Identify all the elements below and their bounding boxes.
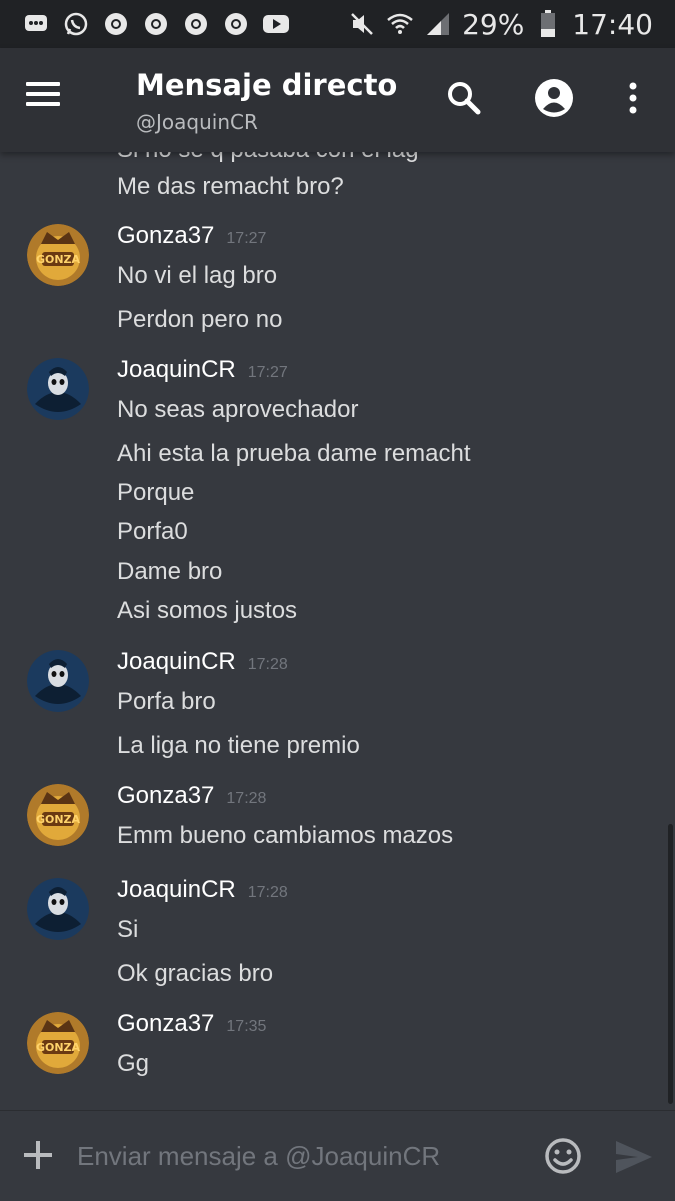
scrollbar-thumb[interactable] [668, 824, 673, 1104]
avatar-joaquincr[interactable] [27, 358, 89, 420]
message-line: Porfa0 [117, 518, 188, 545]
avatar-joaquincr[interactable] [27, 650, 89, 712]
clock: 17:40 [572, 7, 653, 41]
svg-text:GONZA: GONZA [36, 253, 81, 266]
author-name[interactable]: Gonza37 [117, 1010, 214, 1038]
chat-bubble-icon [22, 10, 50, 38]
chrome-icon [222, 10, 250, 38]
message-line: Si [117, 916, 139, 943]
message-line: Asi somos justos [117, 597, 298, 624]
status-bar: 29% 17:40 [0, 0, 675, 48]
emoji-icon [545, 1138, 581, 1174]
page-subtitle: @JoaquinCR [136, 110, 258, 134]
message-line: Si no se q pasaba con el lag [117, 152, 419, 164]
app-bar: Mensaje directo @JoaquinCR [0, 48, 675, 152]
message-line: Me das remacht bro? [117, 173, 344, 200]
author-name[interactable]: JoaquinCR [117, 356, 236, 384]
timestamp: 17:27 [247, 364, 288, 381]
youtube-icon [262, 10, 290, 38]
message-line: Ahi esta la prueba dame remacht [117, 440, 471, 467]
message-list[interactable]: Si no se q pasaba con el lag Me das rema… [0, 152, 675, 1110]
chrome-icon [182, 10, 210, 38]
author-name[interactable]: JoaquinCR [117, 876, 236, 904]
message-line: Dame bro [117, 558, 223, 585]
message-line: Ok gracias bro [117, 960, 274, 987]
whatsapp-icon [62, 10, 90, 38]
add-attachment-button[interactable] [22, 1139, 54, 1171]
battery-percent: 29% [462, 7, 525, 41]
wifi-icon [386, 10, 414, 38]
signal-icon [424, 10, 452, 38]
send-icon [616, 1141, 652, 1173]
more-vert-icon [629, 82, 637, 114]
message-line: Porque [117, 479, 195, 506]
timestamp: 17:28 [226, 790, 267, 807]
timestamp: 17:35 [226, 1018, 267, 1035]
message-line: Emm bueno cambiamos mazos [117, 822, 454, 849]
menu-icon [26, 82, 60, 86]
author-name[interactable]: Gonza37 [117, 222, 214, 250]
avatar-gonza37[interactable]: GONZA [27, 1012, 89, 1074]
message-composer [0, 1110, 675, 1201]
author-name[interactable]: JoaquinCR [117, 648, 236, 676]
profile-icon [535, 79, 573, 117]
message-line: Gg [117, 1050, 150, 1077]
avatar-joaquincr[interactable] [27, 878, 89, 940]
avatar-gonza37[interactable]: GONZA [27, 224, 89, 286]
svg-text:GONZA: GONZA [36, 1041, 81, 1054]
more-options-button[interactable] [611, 76, 655, 120]
message-line: Perdon pero no [117, 306, 283, 333]
profile-button[interactable] [532, 76, 576, 120]
svg-text:GONZA: GONZA [36, 813, 81, 826]
author-name[interactable]: Gonza37 [117, 782, 214, 810]
emoji-button[interactable] [543, 1136, 583, 1176]
message-line: No vi el lag bro [117, 262, 278, 289]
message-line: Porfa bro [117, 688, 216, 715]
send-button[interactable] [612, 1137, 656, 1177]
mute-icon [348, 10, 376, 38]
chrome-icon [102, 10, 130, 38]
timestamp: 17:28 [247, 884, 288, 901]
chrome-icon [142, 10, 170, 38]
avatar-gonza37[interactable]: GONZA [27, 784, 89, 846]
message-input[interactable] [75, 1133, 519, 1179]
page-title: Mensaje directo [136, 68, 398, 102]
timestamp: 17:27 [226, 230, 267, 247]
search-button[interactable] [442, 76, 486, 120]
search-icon [448, 82, 481, 115]
battery-icon [534, 10, 562, 38]
message-line: La liga no tiene premio [117, 732, 360, 759]
menu-button[interactable] [22, 78, 68, 118]
timestamp: 17:28 [247, 656, 288, 673]
message-line: No seas aprovechador [117, 396, 359, 423]
